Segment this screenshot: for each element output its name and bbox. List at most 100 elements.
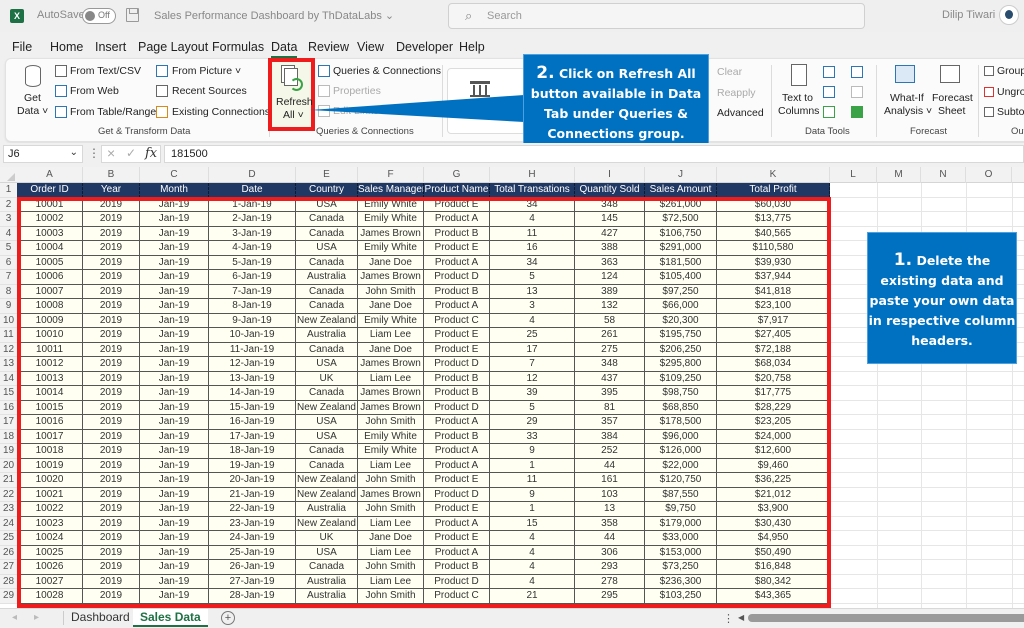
row-header[interactable]: 5 bbox=[0, 241, 17, 256]
table-cell[interactable]: $195,750 bbox=[645, 328, 717, 343]
table-cell[interactable]: 10023 bbox=[17, 516, 83, 531]
table-cell[interactable]: Jan-19 bbox=[140, 444, 209, 459]
table-cell[interactable]: 10009 bbox=[17, 313, 83, 328]
table-cell[interactable]: 1-Jan-19 bbox=[209, 197, 296, 212]
table-cell[interactable]: 27-Jan-19 bbox=[209, 574, 296, 589]
table-cell[interactable]: 29 bbox=[490, 415, 575, 430]
table-cell[interactable]: 34 bbox=[490, 197, 575, 212]
tab-view[interactable]: View bbox=[357, 40, 384, 54]
data-validation-icon[interactable] bbox=[823, 106, 835, 118]
properties-button[interactable]: Properties bbox=[333, 85, 381, 97]
table-cell[interactable]: 22-Jan-19 bbox=[209, 502, 296, 517]
table-header-cell[interactable]: Product Name bbox=[424, 183, 490, 198]
row-header[interactable]: 28 bbox=[0, 574, 17, 589]
queries-connections-button[interactable]: Queries & Connections bbox=[333, 65, 441, 77]
table-cell[interactable]: $68,034 bbox=[717, 357, 830, 372]
existing-connections-button[interactable]: Existing Connections bbox=[172, 106, 270, 118]
remove-duplicates-icon[interactable] bbox=[823, 86, 835, 98]
table-cell[interactable]: New Zealand bbox=[296, 313, 358, 328]
table-cell[interactable]: 10014 bbox=[17, 386, 83, 401]
table-cell[interactable]: 10021 bbox=[17, 487, 83, 502]
table-cell[interactable]: 19-Jan-19 bbox=[209, 458, 296, 473]
table-cell[interactable]: Product A bbox=[424, 444, 490, 459]
table-cell[interactable]: Product A bbox=[424, 255, 490, 270]
table-cell[interactable]: Canada bbox=[296, 226, 358, 241]
data-model-icon[interactable] bbox=[851, 106, 863, 118]
table-cell[interactable]: $30,430 bbox=[717, 516, 830, 531]
table-cell[interactable]: $13,775 bbox=[717, 212, 830, 227]
table-cell[interactable]: $109,250 bbox=[645, 371, 717, 386]
table-cell[interactable]: 363 bbox=[575, 255, 645, 270]
table-cell[interactable]: Australia bbox=[296, 328, 358, 343]
column-header-k[interactable]: K bbox=[717, 167, 830, 183]
get-data-button[interactable]: Get Data ˅ bbox=[14, 61, 54, 121]
table-cell[interactable]: $12,600 bbox=[717, 444, 830, 459]
row-header[interactable]: 11 bbox=[0, 328, 17, 343]
row-header[interactable]: 6 bbox=[0, 255, 17, 270]
row-header[interactable]: 13 bbox=[0, 357, 17, 372]
table-cell[interactable]: Product B bbox=[424, 560, 490, 575]
table-cell[interactable]: $179,000 bbox=[645, 516, 717, 531]
table-cell[interactable]: $103,250 bbox=[645, 589, 717, 604]
table-cell[interactable]: 9-Jan-19 bbox=[209, 313, 296, 328]
table-cell[interactable]: $40,565 bbox=[717, 226, 830, 241]
table-cell[interactable]: 17 bbox=[490, 342, 575, 357]
consolidate-icon[interactable] bbox=[851, 66, 863, 78]
table-cell[interactable]: 25 bbox=[490, 328, 575, 343]
table-cell[interactable]: 10022 bbox=[17, 502, 83, 517]
table-cell[interactable]: 3-Jan-19 bbox=[209, 226, 296, 241]
table-header-cell[interactable]: Date bbox=[209, 183, 296, 198]
table-cell[interactable]: Product A bbox=[424, 516, 490, 531]
table-cell[interactable]: Product A bbox=[424, 458, 490, 473]
table-cell[interactable]: Emily White bbox=[358, 241, 424, 256]
table-cell[interactable]: 1 bbox=[490, 502, 575, 517]
table-cell[interactable]: 427 bbox=[575, 226, 645, 241]
table-cell[interactable]: 252 bbox=[575, 444, 645, 459]
table-cell[interactable]: $9,750 bbox=[645, 502, 717, 517]
table-cell[interactable]: 39 bbox=[490, 386, 575, 401]
table-cell[interactable]: $3,900 bbox=[717, 502, 830, 517]
table-cell[interactable]: $106,750 bbox=[645, 226, 717, 241]
autosave-toggle[interactable]: Off bbox=[82, 8, 116, 24]
table-cell[interactable]: 10002 bbox=[17, 212, 83, 227]
table-cell[interactable]: 7-Jan-19 bbox=[209, 284, 296, 299]
table-cell[interactable]: $181,500 bbox=[645, 255, 717, 270]
table-cell[interactable]: Product C bbox=[424, 589, 490, 604]
table-cell[interactable]: 2019 bbox=[83, 342, 140, 357]
table-cell[interactable]: 2019 bbox=[83, 357, 140, 372]
table-cell[interactable]: Jan-19 bbox=[140, 429, 209, 444]
table-cell[interactable]: $97,250 bbox=[645, 284, 717, 299]
table-header-cell[interactable]: Month bbox=[140, 183, 209, 198]
table-cell[interactable]: 18-Jan-19 bbox=[209, 444, 296, 459]
table-cell[interactable]: $24,000 bbox=[717, 429, 830, 444]
row-header[interactable]: 3 bbox=[0, 212, 17, 227]
table-cell[interactable]: 5-Jan-19 bbox=[209, 255, 296, 270]
table-cell[interactable]: Canada bbox=[296, 444, 358, 459]
table-cell[interactable]: Canada bbox=[296, 458, 358, 473]
from-web-button[interactable]: From Web bbox=[70, 85, 119, 97]
table-cell[interactable]: 2019 bbox=[83, 255, 140, 270]
table-cell[interactable]: Emily White bbox=[358, 212, 424, 227]
user-name[interactable]: Dilip Tiwari bbox=[942, 9, 995, 21]
table-cell[interactable]: Australia bbox=[296, 574, 358, 589]
row-header[interactable]: 17 bbox=[0, 415, 17, 430]
table-cell[interactable]: 358 bbox=[575, 516, 645, 531]
table-cell[interactable]: 58 bbox=[575, 313, 645, 328]
table-cell[interactable]: Jan-19 bbox=[140, 502, 209, 517]
table-cell[interactable]: Product D bbox=[424, 270, 490, 285]
chevron-down-icon[interactable]: ⌄ bbox=[70, 147, 78, 158]
table-cell[interactable]: $72,500 bbox=[645, 212, 717, 227]
table-cell[interactable]: 4-Jan-19 bbox=[209, 241, 296, 256]
table-cell[interactable]: USA bbox=[296, 429, 358, 444]
document-title[interactable]: Sales Performance Dashboard by ThDataLab… bbox=[154, 9, 394, 22]
tab-data[interactable]: Data bbox=[271, 40, 298, 58]
table-cell[interactable]: $17,775 bbox=[717, 386, 830, 401]
table-cell[interactable]: 10008 bbox=[17, 299, 83, 314]
table-cell[interactable]: Jan-19 bbox=[140, 255, 209, 270]
table-cell[interactable]: Product B bbox=[424, 226, 490, 241]
table-cell[interactable]: 10017 bbox=[17, 429, 83, 444]
table-cell[interactable]: Emily White bbox=[358, 313, 424, 328]
table-cell[interactable]: 261 bbox=[575, 328, 645, 343]
table-cell[interactable]: John Smith bbox=[358, 284, 424, 299]
table-cell[interactable]: 10024 bbox=[17, 531, 83, 546]
